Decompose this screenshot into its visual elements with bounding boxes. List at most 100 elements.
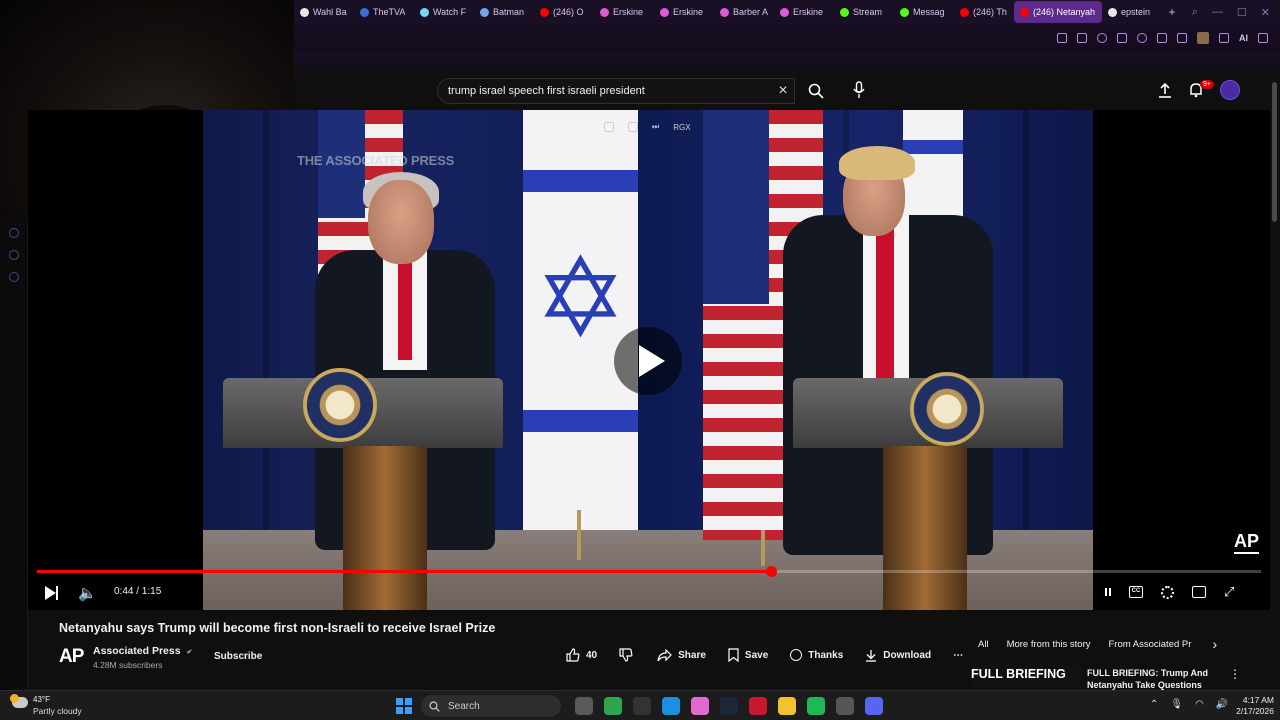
ai-button[interactable]: AI — [1239, 33, 1248, 43]
weather-temperature[interactable]: 43°F — [33, 695, 50, 704]
minimize-icon[interactable]: — — [1212, 6, 1223, 19]
thanks-button[interactable]: Thanks — [790, 649, 843, 661]
discord-icon[interactable] — [865, 697, 883, 715]
steam-icon[interactable] — [720, 697, 738, 715]
autoplay-toggle[interactable] — [1105, 588, 1111, 596]
download-button[interactable]: Download — [865, 649, 931, 662]
video-player[interactable]: ✡ THE ASSOCIATED PRESS AP ⏭ RGX 🔈 0:44 /… — [28, 110, 1270, 610]
clear-search-icon[interactable]: × — [772, 78, 794, 104]
recommended-title[interactable]: FULL BRIEFING: Trump And Netanyahu Take … — [1087, 667, 1217, 690]
skip-icon[interactable]: ⏭ — [652, 122, 659, 132]
menu-icon[interactable] — [1258, 33, 1268, 43]
fullscreen-icon[interactable]: ⤢ — [1224, 584, 1234, 600]
browser-tab[interactable]: Batman — [474, 1, 534, 23]
app-epic-icon[interactable] — [633, 697, 651, 715]
account-avatar[interactable] — [1220, 80, 1240, 100]
theater-mode-icon[interactable] — [1192, 586, 1206, 598]
taskbar-search[interactable]: Search — [421, 695, 561, 717]
progress-bar[interactable] — [37, 566, 1261, 577]
heart-icon[interactable] — [1137, 33, 1147, 43]
browser-tab[interactable]: Erskine — [594, 1, 654, 23]
more-actions-button[interactable]: ⋯ — [953, 650, 963, 661]
download-icon[interactable] — [1219, 33, 1229, 43]
header-actions — [1158, 80, 1240, 100]
captions-icon[interactable]: CC — [1129, 586, 1143, 598]
browser-tab[interactable]: epstein — [1102, 1, 1162, 23]
play-extension-icon[interactable] — [1117, 33, 1127, 43]
search-tabs-icon[interactable]: ⌕ — [1192, 6, 1198, 19]
maximize-icon[interactable]: ☐ — [1237, 6, 1247, 19]
sidebar-icon-1[interactable] — [9, 228, 19, 238]
browser-tab[interactable]: TheTVA — [354, 1, 414, 23]
clock[interactable]: 4:17 AM 2/17/2026 — [1228, 695, 1274, 717]
task-view-icon[interactable] — [575, 697, 593, 715]
browser-tab[interactable]: Messag — [894, 1, 954, 23]
spotify-icon[interactable] — [807, 697, 825, 715]
files-icon[interactable] — [778, 697, 796, 715]
app-green-icon[interactable] — [604, 697, 622, 715]
twitch-extension-icon[interactable] — [1157, 33, 1167, 43]
edge-icon[interactable] — [662, 697, 680, 715]
chip-more-from-story[interactable]: More from this story — [1007, 639, 1091, 650]
search-input[interactable]: trump israel speech first israeli presid… — [437, 78, 795, 104]
weather-icon[interactable] — [10, 694, 28, 708]
chevron-right-icon[interactable]: › — [1213, 636, 1218, 652]
shield-icon[interactable] — [1097, 33, 1107, 43]
share-button[interactable]: Share — [657, 648, 706, 662]
wifi-icon[interactable]: ◠ — [1195, 699, 1204, 710]
tray-overflow-icon[interactable]: ⌃ — [1150, 699, 1158, 710]
upload-icon[interactable] — [1158, 82, 1172, 98]
weather-condition[interactable]: Partly cloudy — [33, 706, 82, 716]
rgx-label[interactable]: RGX — [673, 123, 690, 132]
scrollbar-thumb[interactable] — [1272, 82, 1277, 222]
save-button[interactable]: Save — [728, 648, 768, 662]
browser-tab[interactable]: Erskine — [774, 1, 834, 23]
copilot-icon[interactable] — [691, 697, 709, 715]
browser-tab[interactable]: (246) Netanyah — [1014, 1, 1102, 23]
extensions-icon[interactable] — [1177, 33, 1187, 43]
browser-tab[interactable]: Watch F — [414, 1, 474, 23]
next-icon[interactable] — [56, 586, 58, 600]
chip-all[interactable]: All — [978, 639, 989, 650]
browser-tab[interactable]: Stream — [834, 1, 894, 23]
channel-name-text: Associated Press — [93, 645, 181, 657]
chip-from-channel[interactable]: From Associated Pr — [1109, 639, 1195, 650]
recommended-thumbnail[interactable]: FULL BRIEFING — [971, 665, 1081, 690]
browser-tab[interactable]: (246) Th — [954, 1, 1014, 23]
big-play-button[interactable] — [614, 327, 682, 395]
page-scrollbar[interactable] — [1270, 72, 1280, 690]
voice-search-button[interactable] — [852, 81, 866, 101]
speaker-icon[interactable]: 🔊 — [1216, 699, 1228, 710]
close-window-icon[interactable]: ✕ — [1261, 6, 1270, 19]
start-button[interactable] — [396, 698, 412, 714]
channel-avatar[interactable]: AP — [59, 646, 84, 668]
profile-avatar[interactable] — [1197, 32, 1209, 44]
search-button[interactable] — [794, 78, 838, 104]
browser-tab[interactable]: Wahl Ba — [294, 1, 354, 23]
subscribe-button[interactable]: Subscribe — [206, 648, 270, 665]
chrome-like-icon[interactable] — [836, 697, 854, 715]
popout-icon[interactable] — [604, 122, 614, 132]
clock-date: 2/17/2026 — [1236, 706, 1274, 716]
volume-icon[interactable]: 🔈 — [78, 584, 97, 602]
sidebar-icon-2[interactable] — [9, 250, 19, 260]
browser-tab[interactable]: Erskine — [654, 1, 714, 23]
channel-name[interactable]: Associated Press ✔ — [93, 645, 192, 657]
new-tab-button[interactable]: + — [1162, 5, 1182, 19]
play-icon[interactable] — [45, 586, 56, 600]
israel-flag-center: ✡ — [523, 110, 638, 530]
pip-icon[interactable] — [628, 122, 638, 132]
like-button[interactable]: 40 — [566, 648, 597, 662]
settings-gear-icon[interactable] — [1161, 585, 1174, 599]
browser-tab[interactable]: (246) O — [534, 1, 594, 23]
browser-tab[interactable]: Barber A — [714, 1, 774, 23]
opera-icon[interactable] — [749, 697, 767, 715]
dislike-button[interactable] — [619, 648, 633, 662]
browser-toolbar: AI — [294, 24, 1280, 52]
sidebar-settings-icon[interactable] — [9, 272, 19, 282]
recommended-video[interactable]: FULL BRIEFING FULL BRIEFING: Trump And N… — [971, 665, 1280, 690]
recommended-menu-icon[interactable]: ⋮ — [1229, 667, 1241, 681]
mic-tray-icon[interactable]: 🎙 — [1170, 699, 1183, 710]
bookmark-icon[interactable] — [1057, 33, 1067, 43]
screenshot-icon[interactable] — [1077, 33, 1087, 43]
